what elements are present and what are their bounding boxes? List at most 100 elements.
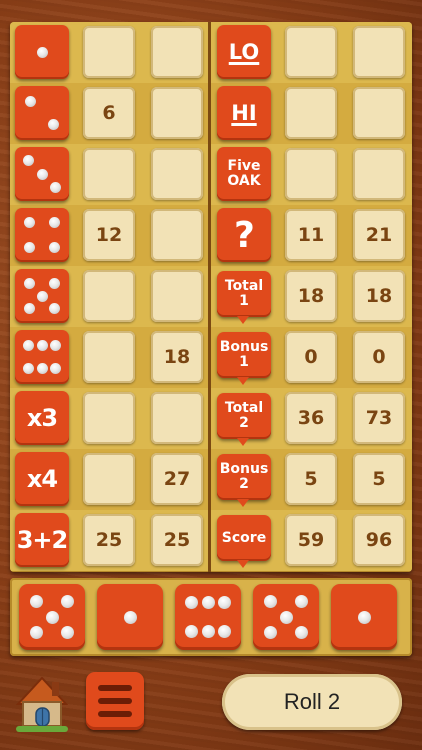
die-pip <box>36 46 48 58</box>
category-label: 3+2 <box>16 526 69 554</box>
die-face-4-icon[interactable] <box>15 208 69 262</box>
score-cell[interactable] <box>285 26 337 78</box>
score-cell[interactable] <box>151 270 203 322</box>
score-cell[interactable]: 18 <box>151 331 203 383</box>
die-pip <box>45 610 59 624</box>
category-label: Total 1 <box>224 278 264 309</box>
score-cell[interactable]: 36 <box>285 392 337 444</box>
board-row <box>10 266 412 327</box>
score-cell[interactable]: 0 <box>353 331 405 383</box>
score-cell[interactable] <box>151 26 203 78</box>
die-pip <box>218 625 231 639</box>
dice-tray <box>10 578 412 656</box>
score-cell[interactable]: 5 <box>353 453 405 505</box>
die-face-3-icon[interactable] <box>15 147 69 201</box>
category-tile[interactable]: x3 <box>15 391 69 445</box>
die-pip <box>24 95 36 107</box>
category-tile[interactable]: Five OAK <box>217 147 271 201</box>
menu-button[interactable] <box>86 672 144 730</box>
category-tile[interactable]: LO <box>217 25 271 79</box>
score-cell[interactable] <box>151 209 203 261</box>
category-tile[interactable]: Bonus 1 <box>217 332 271 385</box>
score-cell[interactable] <box>151 148 203 200</box>
category-tile[interactable]: Total 2 <box>217 393 271 446</box>
score-board: LO 6 HI Five OAK 12 11 21? 18 18 Total 1 18 0 0 Bonus 1 x… <box>10 22 412 572</box>
score-cell[interactable] <box>151 392 203 444</box>
die-face-1-icon[interactable] <box>15 25 69 79</box>
die-pip <box>48 217 60 229</box>
die-pip <box>264 595 278 609</box>
die-pip <box>24 217 36 229</box>
board-divider <box>208 22 211 572</box>
die-pip <box>36 339 48 351</box>
score-cell[interactable]: 5 <box>285 453 337 505</box>
die-face-6-icon[interactable] <box>175 584 241 650</box>
die-pip <box>50 339 61 351</box>
score-cell[interactable] <box>83 270 135 322</box>
die-pip <box>48 278 60 290</box>
board-row <box>10 449 412 510</box>
chance-tile[interactable]: ? <box>217 208 271 262</box>
die-pip <box>48 302 60 314</box>
die-face-5-icon[interactable] <box>253 584 319 650</box>
category-tile[interactable]: HI <box>217 86 271 140</box>
die-pip <box>30 595 44 609</box>
roll-button[interactable]: Roll 2 <box>222 674 402 730</box>
score-cell[interactable] <box>353 148 405 200</box>
die-face-5-icon[interactable] <box>19 584 85 650</box>
score-cell[interactable] <box>83 148 135 200</box>
score-cell[interactable] <box>83 26 135 78</box>
score-cell[interactable]: 6 <box>83 87 135 139</box>
die-face-2-icon[interactable] <box>15 86 69 140</box>
category-tile[interactable]: Score <box>217 515 271 568</box>
category-label: x4 <box>26 465 58 493</box>
score-cell[interactable]: 11 <box>285 209 337 261</box>
board-row <box>10 388 412 449</box>
roll-button-label: Roll 2 <box>283 689 341 714</box>
die-face-1-icon[interactable] <box>97 584 163 650</box>
category-tile[interactable]: x4 <box>15 452 69 506</box>
score-cell[interactable]: 12 <box>83 209 135 261</box>
score-cell[interactable]: 0 <box>285 331 337 383</box>
die-face-5-icon[interactable] <box>15 269 69 323</box>
score-cell[interactable] <box>353 26 405 78</box>
die-pip <box>279 610 293 624</box>
category-label: Score <box>221 529 267 546</box>
die-pip <box>201 595 215 609</box>
home-button[interactable] <box>14 674 70 734</box>
die-pip <box>36 290 48 302</box>
score-cell[interactable]: 25 <box>151 514 203 566</box>
score-cell[interactable] <box>151 87 203 139</box>
die-pip <box>60 595 74 609</box>
score-cell[interactable]: 21 <box>353 209 405 261</box>
score-cell[interactable] <box>285 87 337 139</box>
die-face-1-icon[interactable] <box>331 584 397 650</box>
category-label: ? <box>234 214 255 256</box>
score-cell[interactable] <box>353 87 405 139</box>
score-cell[interactable] <box>83 453 135 505</box>
score-cell[interactable] <box>83 392 135 444</box>
score-cell[interactable]: 73 <box>353 392 405 444</box>
category-tile[interactable]: Total 1 <box>217 271 271 324</box>
score-cell[interactable]: 27 <box>151 453 203 505</box>
score-cell[interactable]: 96 <box>353 514 405 566</box>
die-pip <box>24 302 36 314</box>
die-pip <box>50 363 61 375</box>
die-face-6-icon[interactable] <box>15 330 69 384</box>
score-cell[interactable] <box>83 331 135 383</box>
category-tile[interactable]: 3+2 <box>15 513 69 567</box>
score-cell[interactable]: 18 <box>285 270 337 322</box>
board-row <box>10 22 412 83</box>
category-tile[interactable]: Bonus 2 <box>217 454 271 507</box>
score-cell[interactable]: 25 <box>83 514 135 566</box>
score-cell[interactable] <box>285 148 337 200</box>
die-pip <box>294 595 308 609</box>
house-icon <box>15 676 69 732</box>
score-cell[interactable]: 18 <box>353 270 405 322</box>
board-row <box>10 144 412 205</box>
die-pip <box>24 241 36 253</box>
category-label: x3 <box>26 404 58 432</box>
die-pip <box>264 625 278 639</box>
score-cell[interactable]: 59 <box>285 514 337 566</box>
die-pip <box>60 625 74 639</box>
